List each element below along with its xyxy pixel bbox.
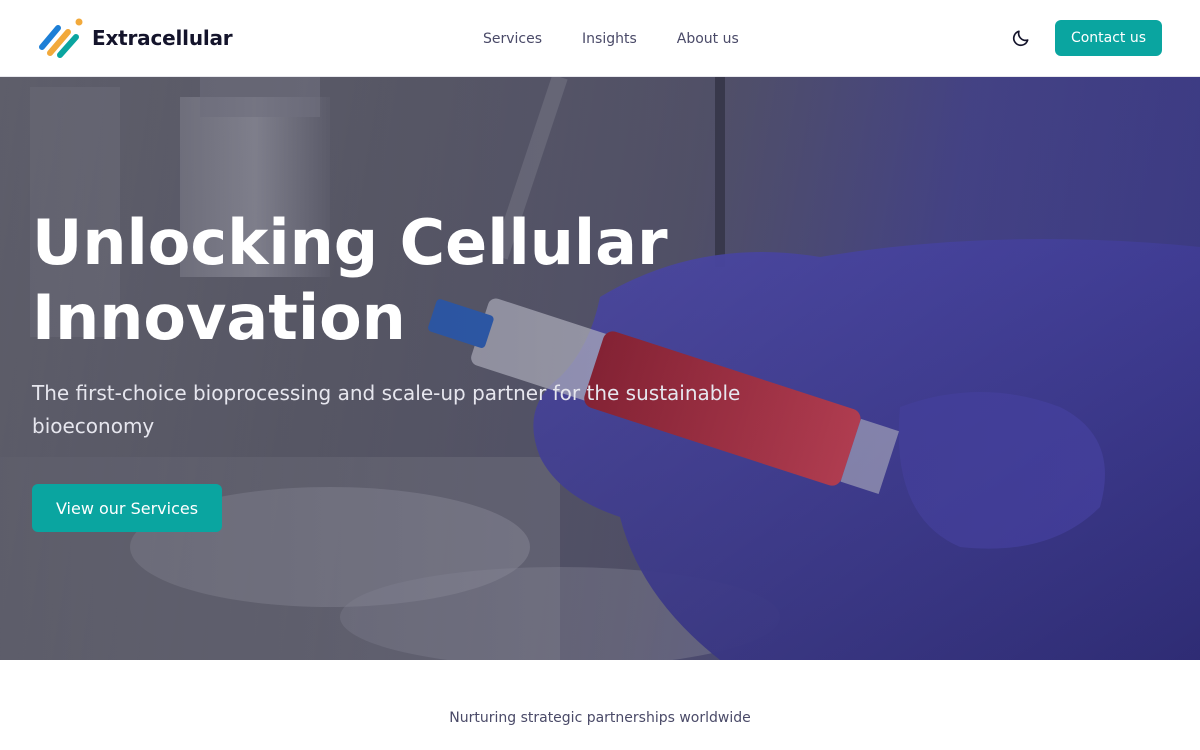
hero-title: Unlocking Cellular Innovation xyxy=(32,206,668,354)
partners-section: Nurturing strategic partnerships worldwi… xyxy=(0,660,1200,750)
main-nav: Services Insights About us xyxy=(483,0,779,77)
extracellular-logo-icon xyxy=(39,18,83,58)
hero-overlay xyxy=(0,77,1200,660)
moon-icon xyxy=(1012,30,1029,47)
site-header: Extracellular Services Insights About us… xyxy=(0,0,1200,77)
nav-item-services[interactable]: Services xyxy=(483,31,542,47)
hero-section: Unlocking Cellular Innovation The first-… xyxy=(0,77,1200,660)
brand-logo[interactable]: Extracellular xyxy=(38,17,233,59)
hero-subtitle: The first-choice bioprocessing and scale… xyxy=(32,381,741,438)
partners-caption: Nurturing strategic partnerships worldwi… xyxy=(449,710,751,726)
nav-item-insights[interactable]: Insights xyxy=(582,31,637,47)
contact-us-button[interactable]: Contact us xyxy=(1055,20,1162,56)
brand-name: Extracellular xyxy=(92,26,233,50)
theme-toggle-button[interactable] xyxy=(1009,26,1033,50)
nav-item-about-us[interactable]: About us xyxy=(677,31,739,47)
view-services-button[interactable]: View our Services xyxy=(32,484,222,532)
